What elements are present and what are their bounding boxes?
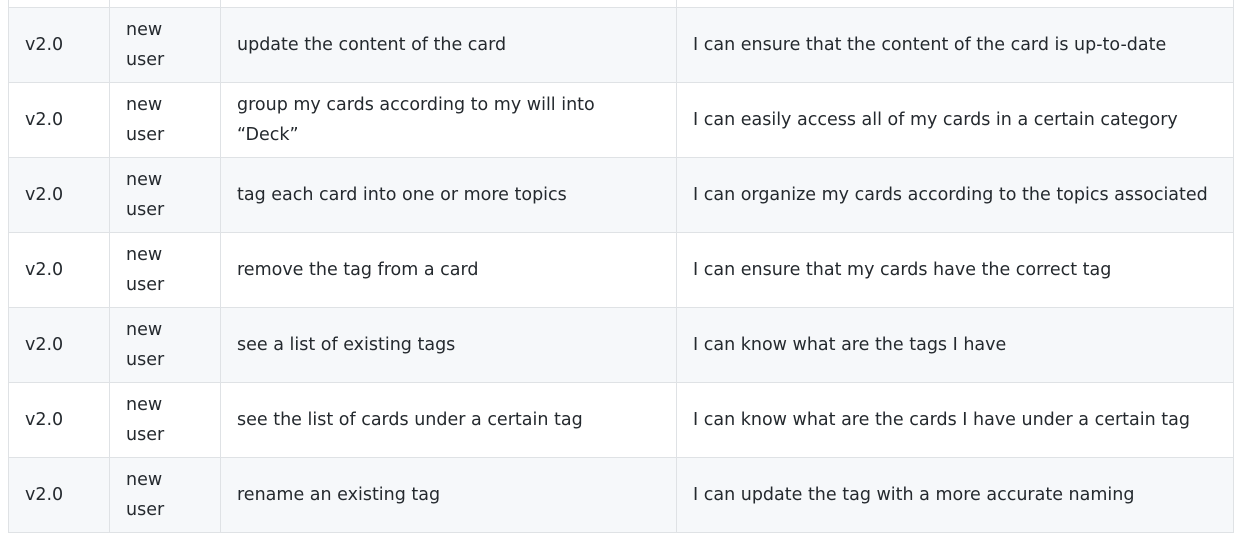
benefit-cell: I can easily access all of my cards in a… (676, 82, 1234, 158)
want-cell (220, 0, 677, 8)
table-row: v2.0 new user see a list of existing tag… (8, 307, 1234, 383)
version-cell: v2.0 (8, 307, 110, 383)
role-cell: new user (109, 157, 221, 233)
version-cell: v2.0 (8, 382, 110, 458)
benefit-cell: I can update the tag with a more accurat… (676, 457, 1234, 533)
role-cell: new user (109, 457, 221, 533)
version-cell: v2.0 (8, 457, 110, 533)
table-row: v2.0 new user see the list of cards unde… (8, 382, 1234, 458)
want-cell: remove the tag from a card (220, 232, 677, 308)
role-cell: new user (109, 307, 221, 383)
user-stories-table: v2.0 new user update the content of the … (8, 0, 1234, 533)
table-row: v2.0 new user group my cards according t… (8, 82, 1234, 158)
role-cell: new user (109, 232, 221, 308)
benefit-cell: I can ensure that my cards have the corr… (676, 232, 1234, 308)
user-stories-table-container: v2.0 new user update the content of the … (8, 0, 1234, 533)
version-cell: v2.0 (8, 157, 110, 233)
table-row: v2.0 new user update the content of the … (8, 7, 1234, 83)
role-cell: new user (109, 7, 221, 83)
table-row: v2.0 new user tag each card into one or … (8, 157, 1234, 233)
role-cell (109, 0, 221, 8)
version-cell: v2.0 (8, 7, 110, 83)
version-cell: v2.0 (8, 232, 110, 308)
benefit-cell: I can know what are the tags I have (676, 307, 1234, 383)
benefit-cell: I can organize my cards according to the… (676, 157, 1234, 233)
want-cell: group my cards according to my will into… (220, 82, 677, 158)
want-cell: see the list of cards under a certain ta… (220, 382, 677, 458)
table-row: v2.0 new user rename an existing tag I c… (8, 457, 1234, 533)
want-cell: update the content of the card (220, 7, 677, 83)
role-cell: new user (109, 82, 221, 158)
table-row: v2.0 new user remove the tag from a card… (8, 232, 1234, 308)
benefit-cell: I can know what are the cards I have und… (676, 382, 1234, 458)
table-row (8, 0, 1234, 8)
version-cell: v2.0 (8, 82, 110, 158)
role-cell: new user (109, 382, 221, 458)
benefit-cell (676, 0, 1234, 8)
want-cell: tag each card into one or more topics (220, 157, 677, 233)
want-cell: rename an existing tag (220, 457, 677, 533)
benefit-cell: I can ensure that the content of the car… (676, 7, 1234, 83)
want-cell: see a list of existing tags (220, 307, 677, 383)
version-cell (8, 0, 110, 8)
